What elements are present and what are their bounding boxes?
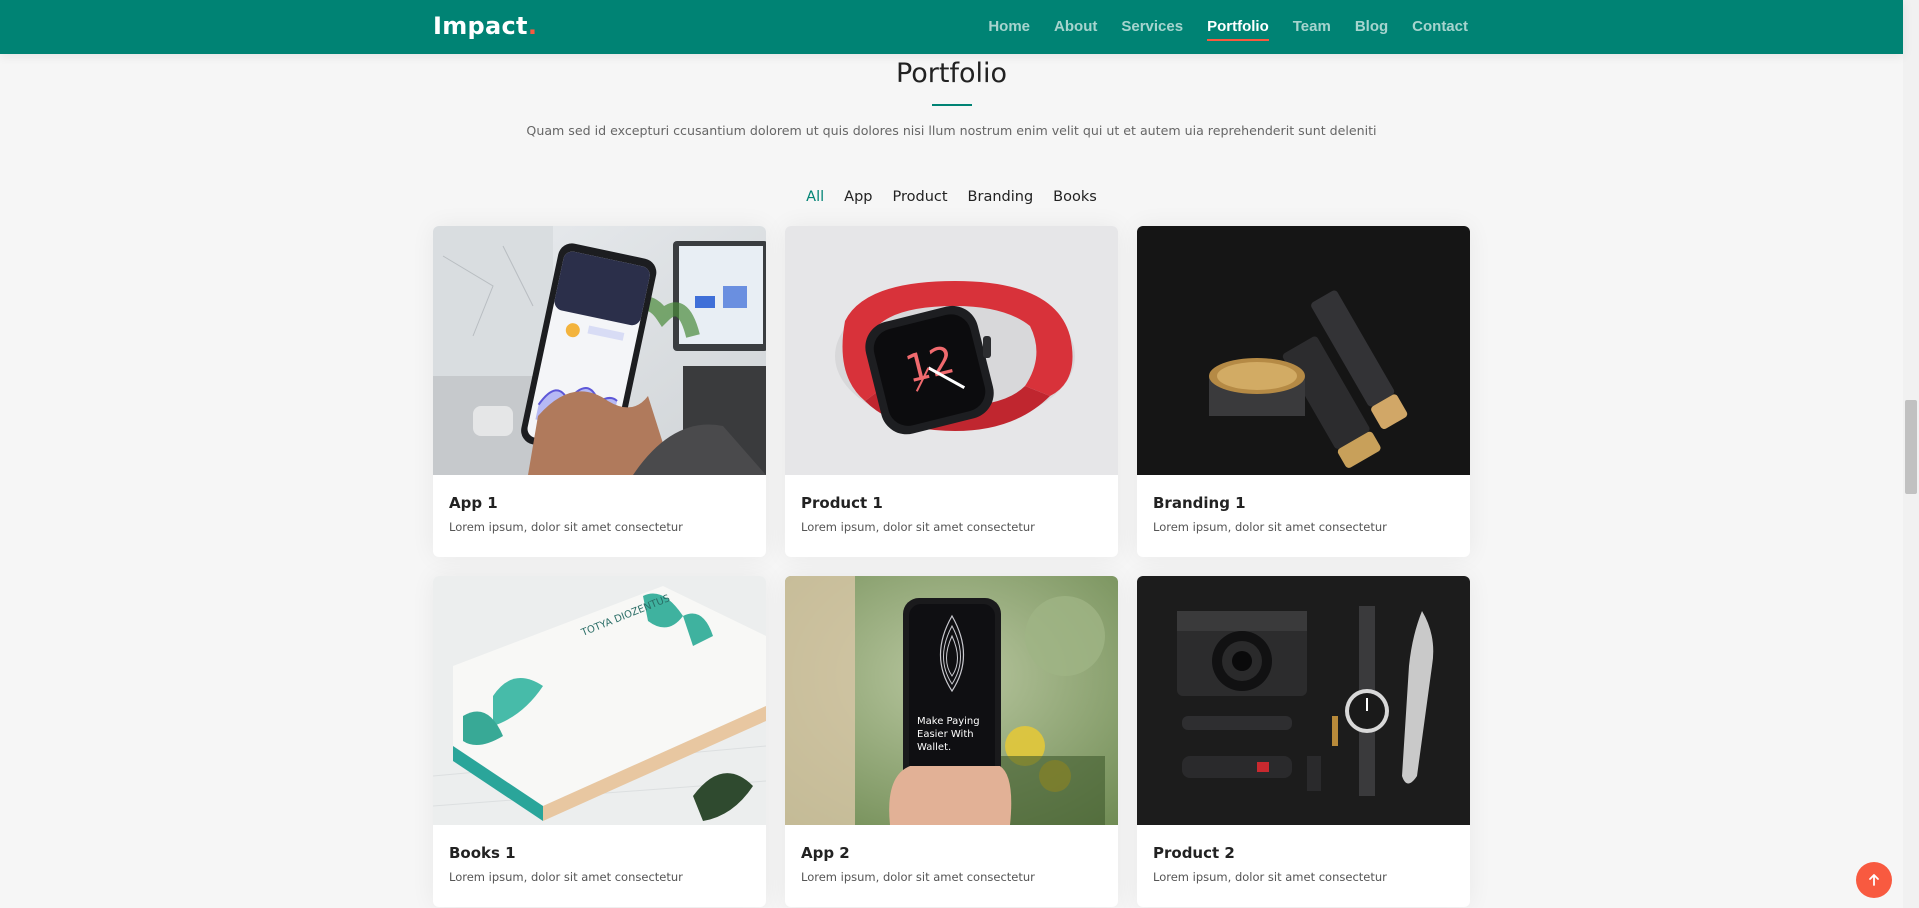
portfolio-filters: All App Product Branding Books [0, 189, 1903, 205]
page-scrollbar[interactable] [1903, 0, 1919, 908]
card-title[interactable]: Books 1 [449, 844, 516, 862]
portfolio-card[interactable]: 12 Product 1 Lorem ipsum, dolor sit amet… [785, 226, 1118, 557]
card-description: Lorem ipsum, dolor sit amet consectetur [449, 870, 683, 884]
portfolio-card[interactable]: App 1 Lorem ipsum, dolor sit amet consec… [433, 226, 766, 557]
nav-about[interactable]: About [1042, 0, 1109, 54]
portfolio-card[interactable]: Branding 1 Lorem ipsum, dolor sit amet c… [1137, 226, 1470, 557]
card-title[interactable]: App 2 [801, 844, 850, 862]
main-nav: Home About Services Portfolio Team Blog … [976, 0, 1468, 54]
card-title[interactable]: Branding 1 [1153, 494, 1246, 512]
portfolio-card[interactable]: Product 2 Lorem ipsum, dolor sit amet co… [1137, 576, 1470, 907]
section-description: Quam sed id excepturi ccusantium dolorem… [526, 123, 1377, 138]
svg-text:Wallet.: Wallet. [917, 742, 951, 753]
filter-all[interactable]: All [796, 189, 834, 205]
card-description: Lorem ipsum, dolor sit amet consectetur [449, 520, 683, 534]
filter-books[interactable]: Books [1043, 189, 1107, 205]
arrow-up-icon [1869, 874, 1879, 886]
scrollbar-thumb[interactable] [1905, 400, 1917, 494]
nav-home[interactable]: Home [976, 0, 1042, 54]
title-underline [932, 104, 972, 106]
camera-gear-photo[interactable] [1137, 576, 1470, 825]
logo[interactable]: Impact. [433, 12, 537, 40]
card-description: Lorem ipsum, dolor sit amet consectetur [1153, 520, 1387, 534]
nav-team[interactable]: Team [1281, 0, 1343, 54]
card-description: Lorem ipsum, dolor sit amet consectetur [1153, 870, 1387, 884]
nav-services[interactable]: Services [1109, 0, 1195, 54]
card-description: Lorem ipsum, dolor sit amet consectetur [801, 870, 1035, 884]
cosmetics-photo[interactable] [1137, 226, 1470, 475]
section-title: Portfolio [895, 58, 1008, 89]
filter-app[interactable]: App [834, 189, 882, 205]
filter-product[interactable]: Product [882, 189, 957, 205]
nav-portfolio[interactable]: Portfolio [1195, 0, 1281, 54]
filter-branding[interactable]: Branding [958, 189, 1044, 205]
card-description: Lorem ipsum, dolor sit amet consectetur [801, 520, 1035, 534]
wallet-app-photo[interactable]: Make Paying Easier With Wallet. [785, 576, 1118, 825]
nav-contact[interactable]: Contact [1400, 0, 1468, 54]
phone-app-photo[interactable] [433, 226, 766, 475]
svg-text:Easier With: Easier With [917, 729, 974, 740]
logo-text: Impact [433, 12, 528, 40]
scroll-top-button[interactable] [1856, 862, 1892, 898]
card-title[interactable]: App 1 [449, 494, 498, 512]
portfolio-card[interactable]: Make Paying Easier With Wallet. App 2 Lo… [785, 576, 1118, 907]
site-header: Impact. Home About Services Portfolio Te… [0, 0, 1903, 54]
app2-phone-text: Make Paying [917, 716, 980, 727]
card-title[interactable]: Product 2 [1153, 844, 1235, 862]
book-photo[interactable]: TOTYA DIOZENTUS [433, 576, 766, 825]
nav-blog[interactable]: Blog [1343, 0, 1400, 54]
portfolio-card[interactable]: TOTYA DIOZENTUS Books 1 Lorem ipsum, dol… [433, 576, 766, 907]
card-title[interactable]: Product 1 [801, 494, 883, 512]
smartwatch-photo[interactable]: 12 [785, 226, 1118, 475]
logo-dot: . [527, 12, 538, 40]
